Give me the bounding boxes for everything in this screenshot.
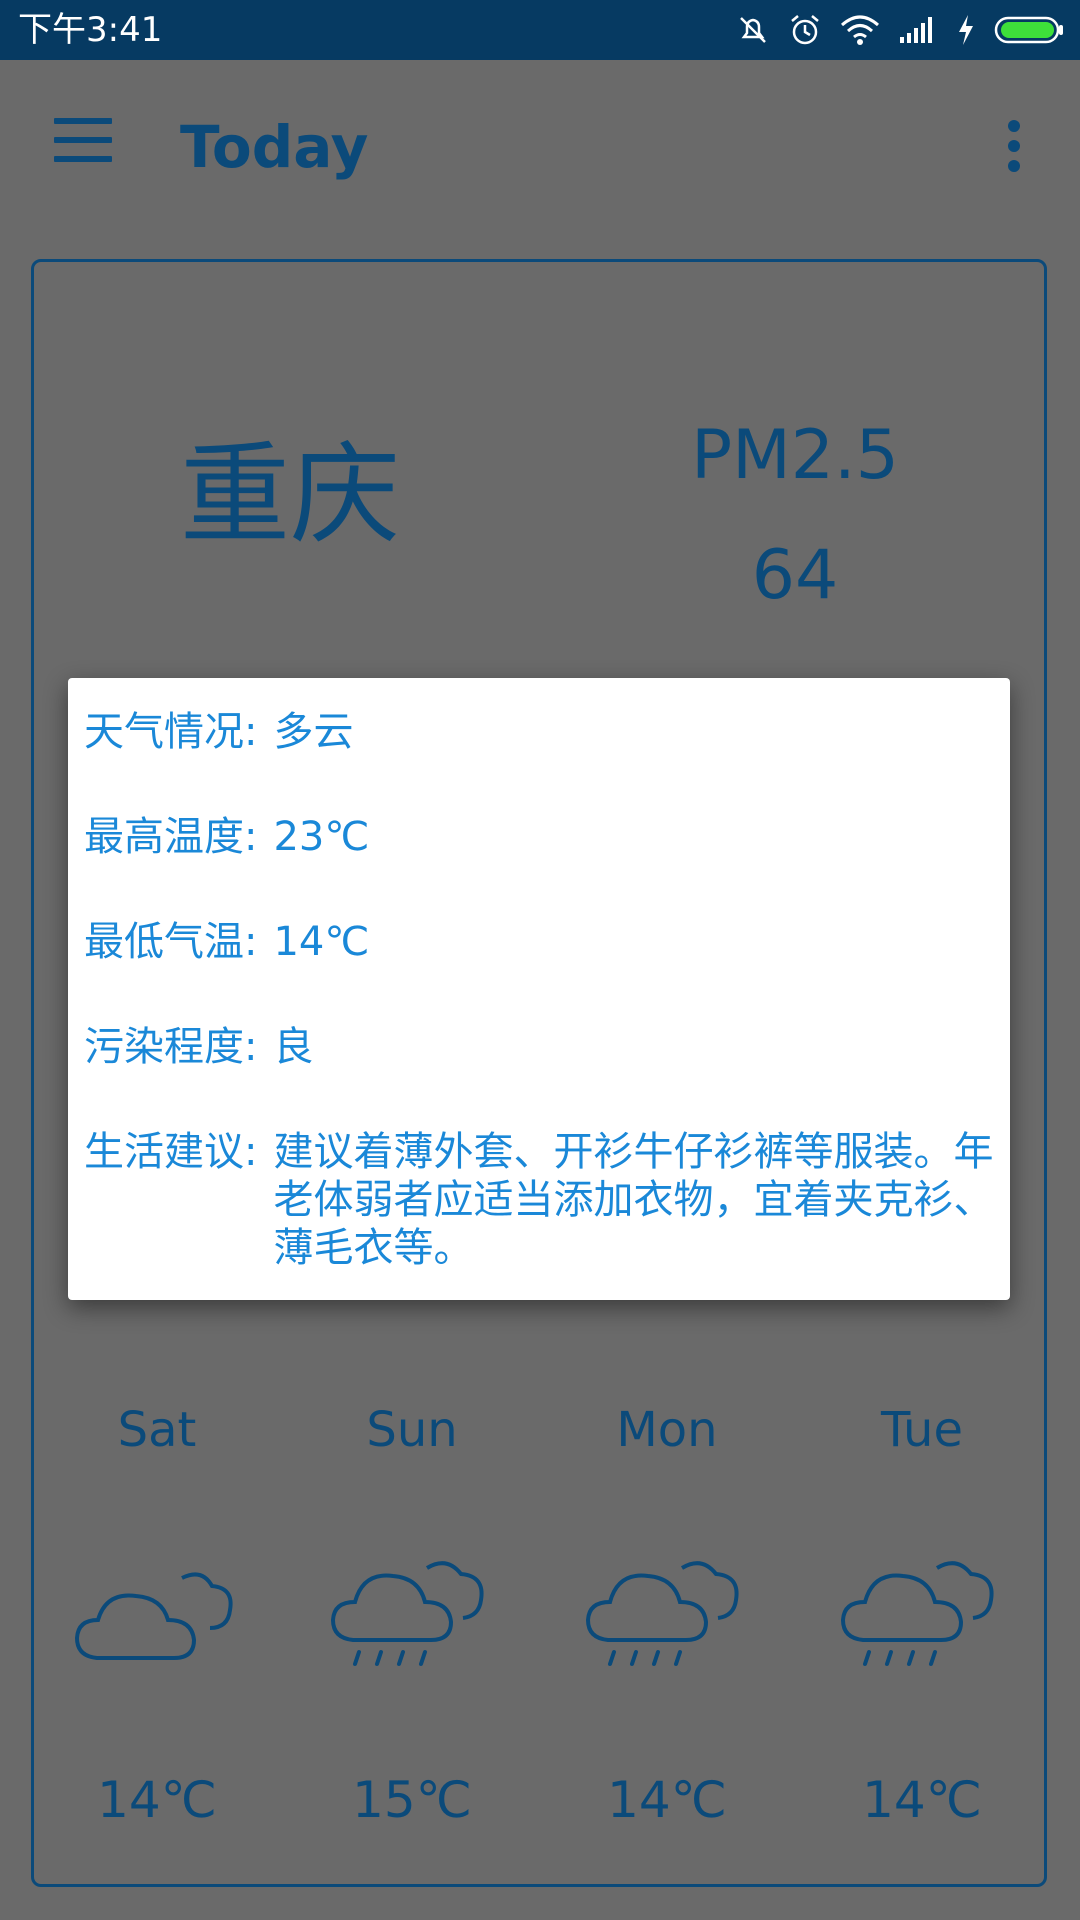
rain-icon — [585, 1561, 739, 1666]
detail-value: 良 — [273, 1024, 314, 1070]
detail-row-high: 最高温度: 23℃ — [84, 813, 994, 861]
detail-row-pollution: 污染程度: 良 — [84, 1023, 994, 1071]
forecast-temp: 14℃ — [97, 1771, 217, 1829]
detail-value: 14℃ — [273, 919, 370, 965]
status-time: 下午3:41 — [18, 10, 163, 50]
app-bar — [0, 60, 1080, 230]
detail-value: 多云 — [273, 709, 354, 755]
weather-detail-dialog[interactable]: 天气情况: 多云 最高温度: 23℃ 最低气温: 14℃ 污染程度: 良 生活建… — [68, 678, 1010, 1300]
detail-label: 天气情况: — [84, 709, 258, 755]
pm25-label: PM2.5 — [691, 416, 899, 495]
signal-icon — [900, 17, 932, 43]
pm25-value: 64 — [751, 536, 839, 615]
forecast-day: Sun — [366, 1402, 458, 1458]
status-icons — [736, 8, 1066, 52]
charging-icon — [959, 15, 973, 45]
detail-row-advice: 生活建议: 建议着薄外套、开衫牛仔衫裤等服装。年老体弱者应适当添加衣物，宜着夹克… — [84, 1128, 994, 1272]
more-vert-icon[interactable] — [1000, 118, 1028, 174]
detail-label: 污染程度: — [84, 1024, 258, 1070]
forecast-day: Sat — [117, 1402, 197, 1458]
detail-row-low: 最低气温: 14℃ — [84, 918, 994, 966]
forecast-day: Tue — [881, 1402, 963, 1458]
rain-icon — [330, 1561, 484, 1666]
detail-label: 最低气温: — [84, 919, 258, 965]
forecast-day: Mon — [616, 1402, 718, 1458]
detail-value: 23℃ — [273, 814, 370, 860]
alarm-icon — [791, 15, 819, 45]
cloudy-icon — [74, 1572, 233, 1660]
detail-label: 最高温度: — [84, 814, 258, 860]
city-name: 重庆 — [180, 431, 400, 559]
battery-icon — [994, 16, 1063, 44]
rain-icon — [840, 1561, 994, 1666]
forecast-temp: 14℃ — [607, 1771, 727, 1829]
wifi-icon — [841, 15, 879, 45]
detail-label: 生活建议: — [84, 1129, 258, 1175]
detail-row-condition: 天气情况: 多云 — [84, 708, 994, 756]
mute-icon — [740, 17, 766, 43]
forecast-temp: 15℃ — [352, 1771, 472, 1829]
page-title: Today — [180, 113, 369, 181]
status-bar: 下午3:41 — [0, 0, 1080, 60]
hamburger-menu-icon[interactable] — [54, 118, 112, 162]
forecast-temp: 14℃ — [862, 1771, 982, 1829]
detail-value: 建议着薄外套、开衫牛仔衫裤等服装。年老体弱者应适当添加衣物，宜着夹克衫、薄毛衣等… — [273, 1129, 994, 1271]
